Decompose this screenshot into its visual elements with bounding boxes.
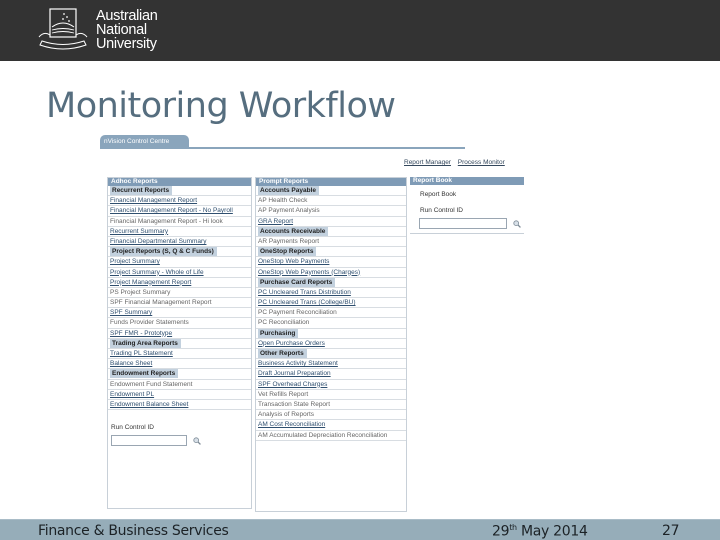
report-manager-link[interactable]: Report Manager	[404, 159, 451, 166]
university-name-line: National	[96, 22, 147, 38]
run-control-label: Run Control ID	[111, 424, 154, 432]
report-link[interactable]: Endowment Fund Statement	[108, 380, 251, 390]
report-link[interactable]: Funds Provider Statements	[108, 318, 251, 329]
report-link[interactable]: SPF Overhead Charges	[256, 380, 406, 390]
slide-title: Monitoring Workflow	[46, 86, 396, 126]
run-control-group: Run Control ID	[108, 424, 251, 450]
report-link[interactable]: PC Payment Reconciliation	[256, 308, 406, 319]
section-header-label: Purchasing	[258, 328, 299, 338]
university-name-line: University	[96, 36, 157, 52]
report-link[interactable]: PC Uncleared Trans Distribution	[256, 288, 406, 299]
report-link[interactable]: Recurrent Summary	[108, 227, 251, 237]
report-link[interactable]: SPF Financial Management Report	[108, 298, 251, 309]
report-link[interactable]: SPF FMR - Prototype	[108, 329, 251, 339]
run-control-input[interactable]	[111, 435, 187, 447]
prompt-reports-panel: Prompt Reports Accounts Payable AP Health…	[255, 177, 407, 512]
section-header-label: Recurrent Reports	[110, 186, 173, 195]
magnifier-icon[interactable]	[193, 437, 202, 445]
run-control-input[interactable]	[419, 218, 507, 230]
report-link[interactable]: PC Uncleared Trans (College/BU)	[256, 298, 406, 309]
report-link[interactable]: Draft Journal Preparation	[256, 369, 406, 380]
report-link[interactable]: Project Summary - Whole of Life	[108, 268, 251, 278]
section-header-label: Project Reports (S, Q & C Funds)	[110, 247, 217, 257]
section-header: Purchasing	[256, 328, 406, 339]
report-link[interactable]: Financial Management Report - No Payroll	[108, 206, 251, 217]
section-header: Accounts Payable	[256, 186, 406, 197]
report-link[interactable]: Financial Departmental Summary	[108, 237, 251, 248]
report-link[interactable]: Project Summary	[108, 257, 251, 268]
section-header: Endowment Reports	[108, 369, 251, 380]
report-link[interactable]: GRA Report	[256, 217, 406, 227]
report-link[interactable]: Endowment PL	[108, 390, 251, 400]
report-link[interactable]: Business Activity Statement	[256, 359, 406, 370]
report-link[interactable]: Financial Management Report - Hi look	[108, 217, 251, 227]
report-link[interactable]: AR Payments Report	[256, 237, 406, 248]
report-link[interactable]: Analysis of Reports	[256, 410, 406, 421]
adhoc-reports-panel: Adhoc Reports Recurrent Reports Financial…	[107, 177, 252, 509]
report-link[interactable]: PC Reconciliation	[256, 318, 406, 329]
tab-divider	[100, 147, 465, 149]
report-link[interactable]: AP Payment Analysis	[256, 206, 406, 217]
report-link[interactable]: Transaction State Report	[256, 400, 406, 411]
section-header: Project Reports (S, Q & C Funds)	[108, 247, 251, 258]
report-link[interactable]: AM Accumulated Depreciation Reconciliati…	[256, 431, 406, 441]
panel-header: Adhoc Reports	[108, 178, 251, 186]
magnifier-icon[interactable]	[513, 220, 522, 228]
slide-footer: Finance & Business Services 29th May 201…	[0, 519, 720, 540]
anu-crest-icon	[38, 8, 88, 50]
report-book-panel: Report Book Report Book Run Control ID	[410, 177, 524, 234]
report-link[interactable]: Financial Management Report	[108, 196, 251, 207]
header-bar: Australian National University	[0, 0, 720, 61]
university-name-line: Australian	[96, 8, 158, 24]
panel-header: Prompt Reports	[256, 178, 406, 186]
date-rest: May 2014	[516, 523, 588, 540]
run-control-label: Run Control ID	[420, 207, 463, 214]
section-header-label: Accounts Payable	[258, 186, 319, 195]
section-header-label: Trading Area Reports	[110, 338, 181, 348]
date-suffix: th	[509, 523, 517, 532]
report-link[interactable]: AP Health Check	[256, 196, 406, 207]
section-header: Purchase Card Reports	[256, 277, 406, 288]
section-header-label: Purchase Card Reports	[258, 277, 336, 287]
page-number: 27	[662, 523, 680, 539]
section-header-label: Accounts Receivable	[258, 226, 329, 236]
report-book-link[interactable]: Report Book	[410, 185, 524, 198]
process-monitor-link[interactable]: Process Monitor	[458, 159, 505, 166]
section-header-label: OneStop Reports	[258, 247, 317, 257]
section-header: Recurrent Reports	[108, 186, 251, 197]
report-link[interactable]: Balance Sheet	[108, 359, 251, 370]
report-link[interactable]: Vet Refills Report	[256, 390, 406, 400]
section-header-label: Endowment Reports	[110, 369, 179, 379]
report-link[interactable]: OneStop Web Payments (Charges)	[256, 268, 406, 278]
report-link[interactable]: Trading PL Statement	[108, 349, 251, 360]
panel-header: Report Book	[410, 177, 524, 185]
section-header: Trading Area Reports	[108, 338, 251, 349]
top-links: Report Manager Process Monitor	[404, 159, 510, 166]
report-link[interactable]: AM Cost Reconciliation	[256, 420, 406, 431]
report-link[interactable]: SPF Summary	[108, 308, 251, 319]
report-link[interactable]: OneStop Web Payments	[256, 257, 406, 268]
section-header-label: Other Reports	[258, 349, 307, 358]
report-link[interactable]: Endowment Balance Sheet	[108, 400, 251, 411]
section-header: OneStop Reports	[256, 247, 406, 258]
report-link[interactable]: Open Purchase Orders	[256, 339, 406, 349]
report-link[interactable]: Project Management Report	[108, 278, 251, 288]
footer-department: Finance & Business Services	[38, 523, 229, 539]
report-link[interactable]: PS Project Summary	[108, 288, 251, 299]
section-header: Accounts Receivable	[256, 226, 406, 237]
date-day: 29	[492, 523, 510, 540]
university-name: Australian National University	[96, 8, 158, 52]
section-header: Other Reports	[256, 349, 406, 360]
footer-date: 29th May 2014	[492, 523, 588, 540]
